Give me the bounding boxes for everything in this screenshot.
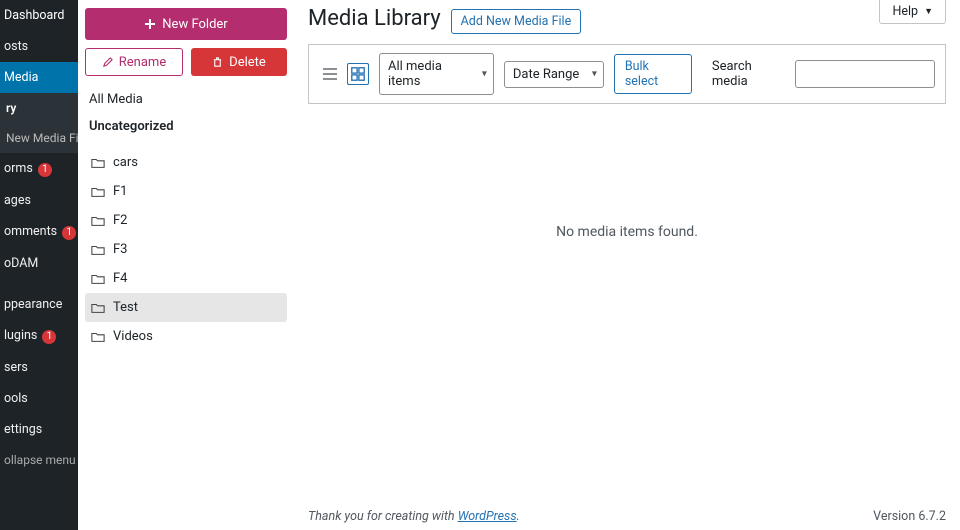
- admin-sidebar: Dashboard osts Media ry New Media File o…: [0, 0, 78, 530]
- folder-label: F4: [113, 271, 128, 286]
- plus-icon: [144, 18, 156, 30]
- folder-label: F3: [113, 242, 128, 257]
- sidebar-item-pages[interactable]: ages: [0, 185, 78, 216]
- sidebar-item-godam[interactable]: oDAM: [0, 248, 78, 279]
- content-area: Help ▼ Media Library Add New Media File …: [294, 0, 960, 530]
- new-folder-label: New Folder: [162, 17, 227, 32]
- badge: 1: [42, 330, 56, 344]
- rename-label: Rename: [119, 55, 166, 70]
- new-folder-button[interactable]: New Folder: [85, 8, 287, 40]
- folder-label: Videos: [113, 329, 153, 344]
- badge: 1: [62, 226, 76, 240]
- folder-label: F1: [113, 184, 128, 199]
- sidebar-item-plugins[interactable]: lugins 1: [0, 320, 78, 352]
- sidebar-item-media[interactable]: Media: [0, 62, 78, 93]
- folder-label: cars: [113, 155, 138, 170]
- folder-label: F2: [113, 213, 128, 228]
- folder-icon: [91, 156, 105, 170]
- folder-label: Test: [113, 300, 138, 315]
- folder-row[interactable]: cars: [85, 148, 287, 177]
- folder-row[interactable]: Test: [85, 293, 287, 322]
- search-label: Search media: [712, 59, 785, 89]
- sidebar-item-users[interactable]: sers: [0, 352, 78, 383]
- page-title: Media Library: [308, 6, 441, 31]
- sidebar-sub-add-new[interactable]: New Media File: [0, 123, 78, 153]
- folder-row[interactable]: F4: [85, 264, 287, 293]
- sidebar-item-dashboard[interactable]: Dashboard: [0, 0, 78, 31]
- folder-row[interactable]: F2: [85, 206, 287, 235]
- sidebar-sub-library[interactable]: ry: [0, 93, 78, 123]
- date-range-filter[interactable]: Date Range: [504, 61, 604, 88]
- media-type-filter[interactable]: All media items: [379, 53, 494, 95]
- view-toggle: [319, 63, 369, 85]
- uncategorized-link[interactable]: Uncategorized: [85, 113, 287, 140]
- grid-icon: [350, 66, 366, 82]
- sidebar-item-forms[interactable]: orms 1: [0, 153, 78, 185]
- search-input[interactable]: [795, 60, 935, 88]
- pencil-icon: [102, 57, 113, 68]
- footer-version: Version 6.7.2: [873, 509, 946, 524]
- sidebar-item-settings[interactable]: ettings: [0, 414, 78, 445]
- folder-list: cars F1 F2 F3 F4 Test Videos: [85, 148, 287, 351]
- delete-button[interactable]: Delete: [191, 48, 287, 76]
- sidebar-item-label: orms: [4, 161, 33, 176]
- folder-panel: New Folder Rename Delete All Media Uncat…: [78, 0, 294, 530]
- empty-state-text: No media items found.: [308, 104, 946, 240]
- sidebar-item-appearance[interactable]: ppearance: [0, 289, 78, 320]
- folder-icon: [91, 301, 105, 315]
- sidebar-collapse[interactable]: ollapse menu: [0, 445, 78, 475]
- folder-icon: [91, 243, 105, 257]
- footer-thanks: Thank you for creating with WordPress.: [308, 509, 520, 524]
- help-label: Help: [892, 4, 918, 19]
- folder-icon: [91, 330, 105, 344]
- grid-view-button[interactable]: [347, 63, 369, 85]
- sidebar-item-label: lugins: [4, 328, 37, 343]
- sidebar-item-posts[interactable]: osts: [0, 31, 78, 62]
- main-area: New Folder Rename Delete All Media Uncat…: [78, 0, 960, 530]
- folder-row[interactable]: F3: [85, 235, 287, 264]
- help-tab[interactable]: Help ▼: [879, 0, 946, 24]
- sidebar-item-tools[interactable]: ools: [0, 383, 78, 414]
- wordpress-link[interactable]: WordPress: [458, 509, 517, 524]
- folder-icon: [91, 214, 105, 228]
- folder-row[interactable]: Videos: [85, 322, 287, 351]
- badge: 1: [38, 163, 52, 177]
- all-media-link[interactable]: All Media: [85, 86, 287, 113]
- folder-row[interactable]: F1: [85, 177, 287, 206]
- list-view-button[interactable]: [319, 63, 341, 85]
- trash-icon: [212, 57, 223, 68]
- add-new-media-button[interactable]: Add New Media File: [451, 9, 582, 34]
- bulk-select-button[interactable]: Bulk select: [614, 54, 692, 94]
- chevron-down-icon: ▼: [924, 6, 933, 17]
- delete-label: Delete: [229, 55, 266, 70]
- rename-button[interactable]: Rename: [85, 48, 183, 76]
- media-toolbar: All media items Date Range Bulk select S…: [308, 44, 946, 104]
- list-icon: [321, 65, 339, 83]
- folder-icon: [91, 185, 105, 199]
- sidebar-item-comments[interactable]: omments 1: [0, 216, 78, 248]
- folder-icon: [91, 272, 105, 286]
- sidebar-item-label: omments: [4, 224, 57, 239]
